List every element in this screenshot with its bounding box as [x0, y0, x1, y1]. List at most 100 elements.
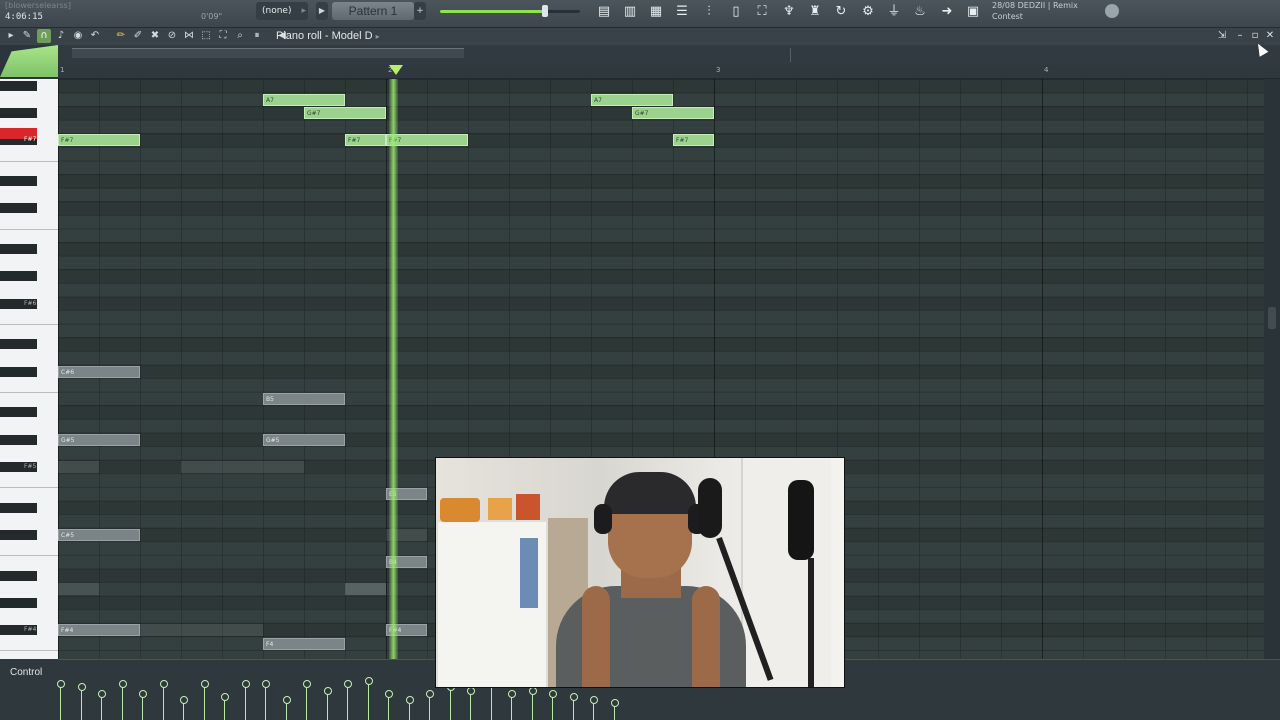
note[interactable]: F#7 [345, 134, 386, 147]
time-ruler[interactable]: 1 2 3 4 [58, 65, 1280, 79]
note[interactable]: C#6 [58, 365, 140, 378]
black-key[interactable] [0, 366, 37, 377]
velocity-handle[interactable] [241, 680, 250, 720]
note[interactable]: G#7 [304, 107, 386, 120]
velocity-handle[interactable] [426, 689, 434, 720]
settings-icon[interactable]: ▣ [963, 3, 983, 21]
select-icon[interactable]: ⬚ [199, 29, 213, 43]
cpu-icon[interactable]: ⚙ [858, 3, 878, 21]
velocity-handle[interactable] [200, 680, 209, 720]
overview-window[interactable] [72, 48, 464, 58]
vertical-scrollbar[interactable] [1264, 79, 1280, 659]
velocity-handle[interactable] [549, 689, 557, 720]
undo-icon[interactable]: ↶ [88, 29, 102, 43]
velocity-handle[interactable] [385, 689, 393, 720]
browser-icon[interactable]: ▯ [726, 3, 746, 21]
velocity-handle[interactable] [364, 677, 373, 720]
note[interactable]: F#7 [386, 134, 468, 147]
wrench-icon[interactable]: ✎ [20, 29, 34, 43]
black-key[interactable] [0, 339, 37, 350]
velocity-handle[interactable] [180, 695, 188, 720]
control-selector[interactable]: Control [0, 659, 58, 720]
mic-icon[interactable]: ⏚ [884, 3, 904, 21]
velocity-handle[interactable] [590, 695, 598, 720]
note[interactable]: B5 [263, 392, 345, 405]
undo-history-icon[interactable]: ↻ [831, 3, 851, 21]
velocity-handle[interactable] [221, 692, 229, 720]
vertical-scrollbar-thumb[interactable] [1268, 307, 1276, 329]
note[interactable]: F#7 [58, 134, 140, 147]
black-key[interactable] [0, 529, 37, 540]
velocity-handle[interactable] [508, 689, 516, 720]
piano-keyboard[interactable]: F#7 F#6 F#5 F#4 [0, 79, 58, 659]
magnet-icon[interactable]: ∩ [37, 29, 51, 43]
close-button[interactable]: ✕ [1264, 30, 1276, 42]
black-key[interactable] [0, 597, 37, 608]
velocity-handle[interactable] [610, 698, 619, 720]
velocity-handle[interactable] [405, 695, 414, 720]
playlist-icon[interactable]: ☰ [672, 3, 692, 21]
slice-icon[interactable]: ⋈ [182, 29, 196, 43]
paint-icon[interactable]: ✐ [131, 29, 145, 43]
black-key[interactable] [0, 244, 37, 255]
note[interactable]: F#4 [58, 624, 140, 636]
velocity-handle[interactable] [98, 689, 106, 720]
stamp-icon[interactable]: ♜ [805, 3, 825, 21]
velocity-handle[interactable] [303, 680, 311, 720]
delete-icon[interactable]: ✖ [148, 29, 162, 43]
add-pattern-button[interactable]: + [414, 2, 426, 20]
piano-roll-corner[interactable] [0, 45, 58, 77]
velocity-handle[interactable] [159, 680, 168, 720]
velocity-handle[interactable] [139, 689, 147, 720]
black-key[interactable] [0, 570, 37, 581]
metronome-icon[interactable]: ♪ [54, 29, 68, 43]
note[interactable]: A7 [263, 93, 345, 106]
maximize-button[interactable]: ▫ [1249, 30, 1261, 42]
arrow-icon[interactable]: ➜ [937, 3, 957, 21]
black-key[interactable] [0, 502, 37, 513]
record-icon[interactable]: ◉ [71, 29, 85, 43]
mixer-icon[interactable]: ▤ [594, 3, 614, 21]
note[interactable]: F#7 [673, 134, 714, 147]
pencil-icon[interactable]: ✏ [114, 29, 128, 43]
velocity-handle[interactable] [487, 680, 496, 720]
black-key[interactable] [0, 81, 37, 91]
master-volume-slider[interactable] [440, 10, 580, 13]
velocity-handle[interactable] [77, 683, 86, 720]
pattern-selector[interactable]: Pattern 1 [332, 2, 414, 20]
song-time-display[interactable]: 4:06:15 [5, 12, 43, 22]
playback-icon[interactable]: ⏸ [250, 29, 264, 43]
plugin-picker-icon[interactable]: ♆ [779, 3, 799, 21]
note[interactable]: F4 [263, 637, 345, 650]
pattern-filter-select[interactable]: (none) [256, 2, 308, 20]
note[interactable]: C#5 [58, 528, 140, 541]
velocity-handle[interactable] [344, 680, 352, 720]
note[interactable]: G#7 [632, 107, 714, 120]
channel-rack-icon[interactable]: ▦ [646, 3, 666, 21]
piano-roll-title[interactable]: Piano roll - Model D ▸ [276, 30, 380, 42]
note[interactable]: G#5 [58, 433, 140, 446]
velocity-handle[interactable] [528, 686, 537, 720]
black-key[interactable] [0, 434, 37, 445]
master-volume-handle[interactable] [542, 5, 548, 17]
velocity-handle[interactable] [323, 686, 332, 720]
velocity-handle[interactable] [467, 686, 475, 720]
news-ticker[interactable]: 28/08 DEDZII | Remix Contest [992, 0, 1078, 22]
mute-icon[interactable]: ⊘ [165, 29, 179, 43]
plugin-icon[interactable]: ⫶ [699, 3, 719, 21]
menu-arrow-icon[interactable]: ▸ [4, 29, 18, 43]
velocity-handle[interactable] [282, 695, 291, 720]
piano-icon[interactable]: ▥ [620, 3, 640, 21]
globe-icon[interactable] [1105, 4, 1119, 18]
audio-input-icon[interactable]: ♨ [910, 3, 930, 21]
minimize-button[interactable]: – [1234, 30, 1246, 42]
zoom-icon[interactable]: ⌕ [233, 29, 247, 43]
detach-icon[interactable]: ⇲ [1216, 30, 1228, 42]
black-key[interactable] [0, 108, 37, 119]
overview-scrollbar[interactable] [58, 45, 1280, 65]
zoom-select-icon[interactable]: ⛶ [216, 29, 230, 43]
black-key[interactable] [0, 407, 37, 418]
velocity-handle[interactable] [262, 680, 270, 720]
velocity-handle[interactable] [118, 680, 127, 720]
playhead-marker[interactable] [389, 65, 403, 75]
